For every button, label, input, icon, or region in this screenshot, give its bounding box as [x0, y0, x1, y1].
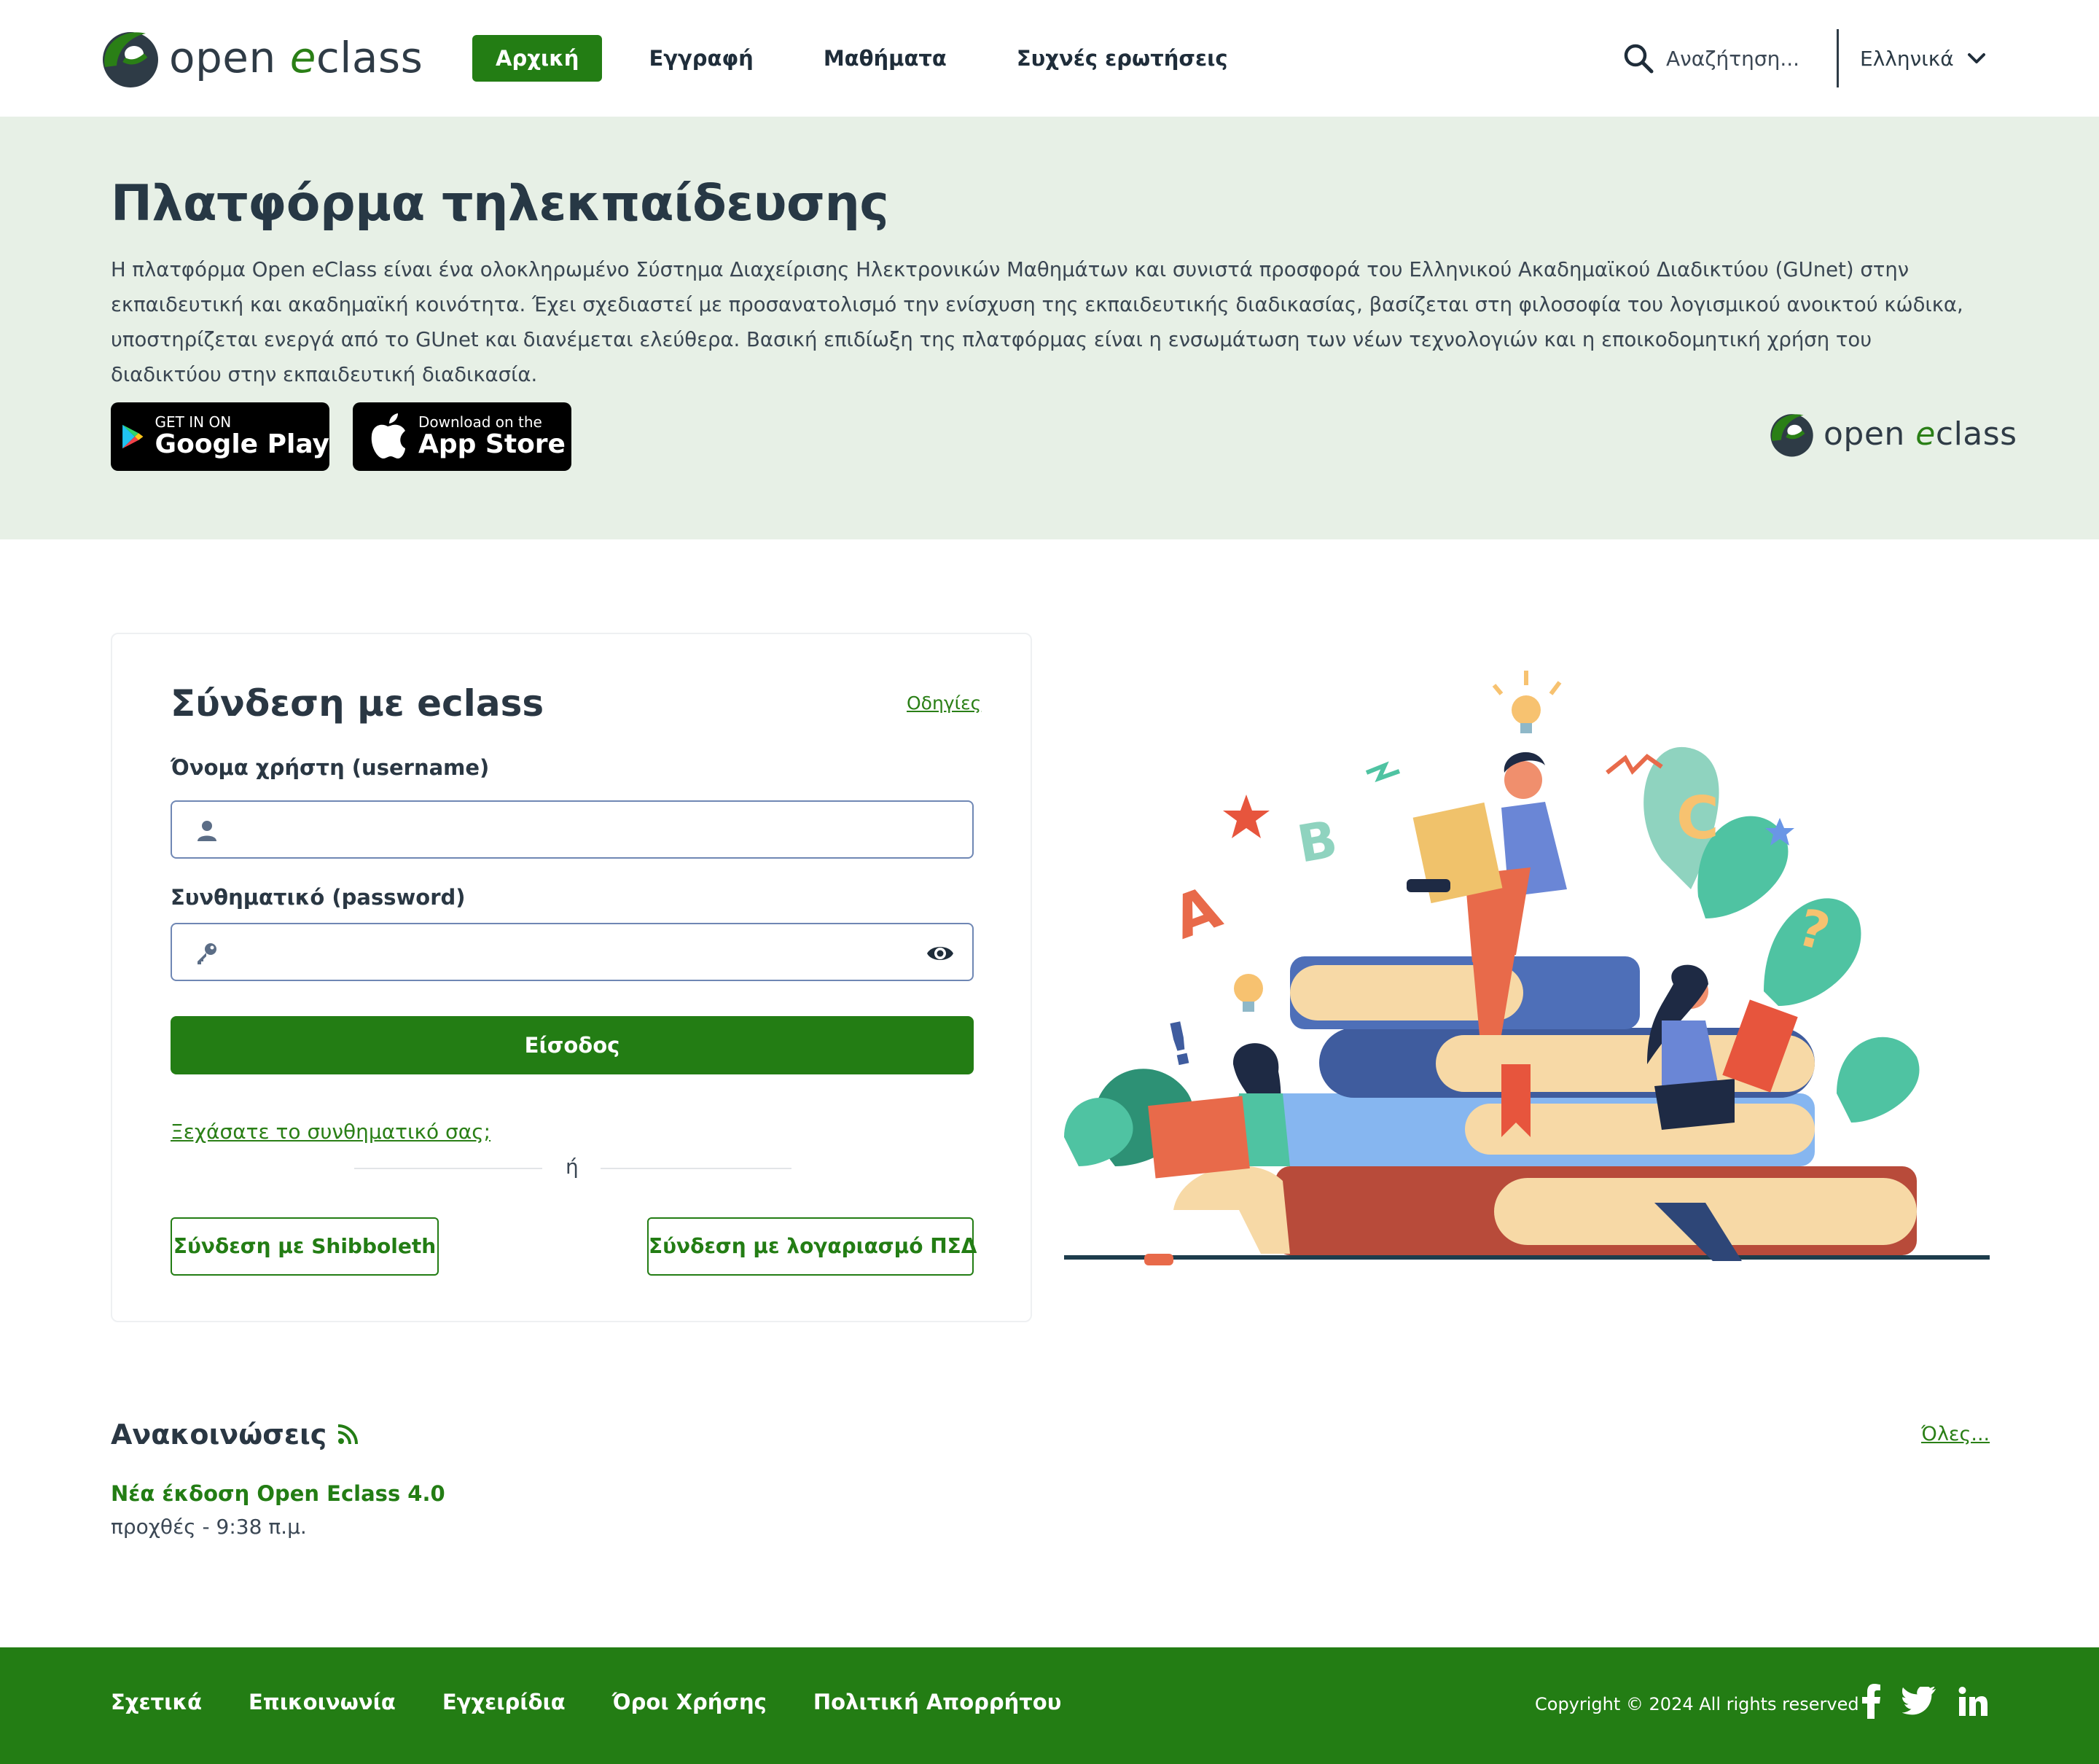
hero-eclass-logo: open eclass	[1767, 408, 2017, 459]
password-label: Συνθηματικό (password)	[171, 885, 466, 910]
language-selector[interactable]: Ελληνικά	[1860, 38, 1986, 79]
copyright-text: Copyright © 2024 All rights reserved	[1535, 1694, 1859, 1714]
twitter-icon[interactable]	[1901, 1685, 1937, 1719]
footer-link-about[interactable]: Σχετικά	[111, 1690, 202, 1714]
or-divider-left	[354, 1168, 542, 1169]
google-play-button[interactable]: GET IN ON Google Play	[111, 402, 329, 471]
username-label: Όνομα χρήστη (username)	[171, 755, 490, 780]
hero-logo-wordmark: open eclass	[1824, 415, 2017, 453]
svg-text:!: !	[1160, 1009, 1200, 1081]
logo-wordmark: open eclass	[169, 33, 423, 82]
or-separator: ή	[566, 1155, 579, 1179]
page-title: Πλατφόρμα τηλεκπαίδευσης	[111, 175, 889, 233]
apple-icon	[371, 413, 405, 458]
announcement-title-link[interactable]: Νέα έκδοση Open Eclass 4.0	[111, 1481, 445, 1506]
language-label: Ελληνικά	[1860, 46, 1954, 71]
footer-link-manuals[interactable]: Εγχειρίδια	[442, 1690, 566, 1714]
login-title: Σύνδεση με eclass	[171, 682, 544, 725]
eclass-logo-icon	[103, 32, 158, 87]
login-button[interactable]: Είσοδος	[171, 1016, 974, 1074]
app-store-text: Download on the App Store	[418, 413, 566, 459]
eclass-logo-icon	[1770, 414, 1813, 457]
chevron-down-icon	[1967, 53, 1985, 63]
google-play-icon	[122, 424, 144, 449]
header-divider	[1837, 29, 1839, 87]
reading-illustration: A B C ? !	[1064, 671, 1990, 1265]
psd-login-button[interactable]: Σύνδεση με λογαριασμό ΠΣΔ	[647, 1217, 977, 1276]
svg-text:B: B	[1293, 809, 1342, 875]
help-link[interactable]: Οδηγίες	[907, 692, 981, 714]
password-field[interactable]	[171, 923, 974, 981]
main-nav: Αρχική Εγγραφή Μαθήματα Συχνές ερωτήσεις	[472, 35, 1275, 82]
hero-description: Η πλατφόρμα Open eClass είναι ένα ολοκλη…	[111, 258, 1963, 386]
all-announcements-link[interactable]: Όλες...	[1921, 1423, 1990, 1445]
facebook-icon[interactable]	[1861, 1684, 1882, 1722]
shibboleth-login-button[interactable]: Σύνδεση με Shibboleth	[171, 1217, 439, 1276]
search-placeholder[interactable]: Αναζήτηση...	[1666, 47, 1799, 71]
site-footer: Σχετικά Επικοινωνία Εγχειρίδια Όροι Χρήσ…	[0, 1647, 2099, 1764]
user-icon	[198, 821, 216, 841]
app-store-button[interactable]: Download on the App Store	[353, 402, 571, 471]
nav-courses[interactable]: Μαθήματα	[800, 35, 970, 82]
nav-home[interactable]: Αρχική	[472, 35, 603, 82]
svg-text:A: A	[1164, 873, 1230, 953]
footer-link-terms[interactable]: Όροι Χρήσης	[612, 1690, 767, 1714]
nav-register[interactable]: Εγγραφή	[625, 35, 776, 82]
google-play-text: GET IN ON Google Play	[155, 413, 329, 459]
nav-faq[interactable]: Συχνές ερωτήσεις	[993, 35, 1251, 82]
rss-icon[interactable]	[337, 1424, 359, 1445]
hero-section: Πλατφόρμα τηλεκπαίδευσης Η πλατφόρμα Ope…	[0, 117, 2099, 539]
footer-links: Σχετικά Επικοινωνία Εγχειρίδια Όροι Χρήσ…	[111, 1690, 1108, 1714]
or-divider-right	[601, 1168, 791, 1169]
announcements-heading: Ανακοινώσεις	[111, 1418, 359, 1451]
announcements-title: Ανακοινώσεις	[111, 1418, 327, 1451]
forgot-password-link[interactable]: Ξεχάσατε το συνθηματικό σας;	[171, 1120, 490, 1144]
social-links	[1861, 1684, 2009, 1722]
footer-link-contact[interactable]: Επικοινωνία	[249, 1690, 396, 1714]
footer-link-privacy[interactable]: Πολιτική Απορρήτου	[813, 1690, 1061, 1714]
show-password-icon[interactable]	[926, 940, 955, 967]
announcement-date: προχθές - 9:38 π.μ.	[111, 1515, 307, 1539]
linkedin-icon[interactable]	[1958, 1686, 1988, 1720]
eclass-logo[interactable]: open eclass	[98, 25, 423, 90]
site-header: open eclass Αρχική Εγγραφή Μαθήματα Συχν…	[0, 0, 2099, 117]
search-box[interactable]: Αναζήτηση...	[1622, 38, 1799, 79]
username-field[interactable]	[171, 800, 974, 859]
search-icon	[1624, 44, 1654, 74]
svg-text:C: C	[1676, 784, 1719, 852]
login-card: Σύνδεση με eclass Οδηγίες Όνομα χρήστη (…	[111, 633, 1032, 1322]
key-icon	[198, 943, 216, 964]
